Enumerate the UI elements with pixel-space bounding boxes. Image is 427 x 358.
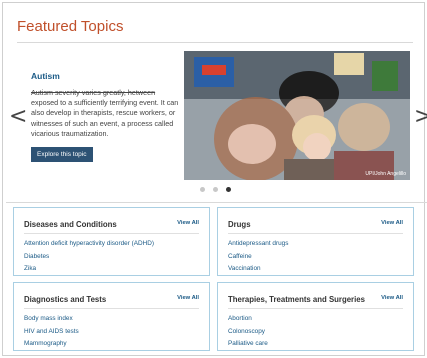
view-all-link[interactable]: View All bbox=[381, 220, 403, 226]
photo-credit: UPI/John Angelillo bbox=[365, 171, 406, 177]
topic-link[interactable]: Mammography bbox=[24, 338, 79, 351]
card-divider bbox=[228, 308, 403, 309]
carousel-dot[interactable] bbox=[200, 187, 205, 192]
topic-link[interactable]: Zika bbox=[24, 263, 154, 276]
card-link-list: Antidepressant drugs Caffeine Vaccinatio… bbox=[228, 238, 288, 276]
slide-description-text: exposed to a sufficiently terrifying eve… bbox=[31, 98, 179, 138]
view-all-link[interactable]: View All bbox=[177, 295, 199, 301]
slide-photo: UPI/John Angelillo bbox=[184, 51, 410, 180]
slide-photo-image bbox=[184, 51, 410, 180]
topic-link[interactable]: Vaccination bbox=[228, 263, 288, 276]
card-link-list: Abortion Colonoscopy Palliative care bbox=[228, 313, 268, 351]
topic-link[interactable]: Antidepressant drugs bbox=[228, 238, 288, 251]
explore-topic-button[interactable]: Explore this topic bbox=[31, 147, 93, 163]
carousel-next-arrow[interactable]: > bbox=[414, 106, 427, 128]
carousel-dots bbox=[200, 187, 231, 192]
section-divider bbox=[6, 202, 427, 203]
carousel-prev-arrow[interactable]: < bbox=[9, 106, 27, 128]
topic-link[interactable]: Diabetes bbox=[24, 251, 154, 264]
slide-description: Autism severity varies greatly, hetween … bbox=[31, 88, 181, 139]
card-link-list: Attention deficit hyperactivity disorder… bbox=[24, 238, 154, 276]
carousel-dot[interactable] bbox=[213, 187, 218, 192]
topic-link[interactable]: HIV and AIDS tests bbox=[24, 326, 79, 339]
title-divider bbox=[17, 42, 413, 43]
view-all-link[interactable]: View All bbox=[381, 295, 403, 301]
category-card-drugs: Drugs View All Antidepressant drugs Caff… bbox=[217, 207, 414, 276]
category-card-diagnostics: Diagnostics and Tests View All Body mass… bbox=[13, 282, 210, 351]
card-link-list: Body mass index HIV and AIDS tests Mammo… bbox=[24, 313, 79, 351]
topic-link[interactable]: Body mass index bbox=[24, 313, 79, 326]
category-card-diseases: Diseases and Conditions View All Attenti… bbox=[13, 207, 210, 276]
slide-description-struck: Autism severity varies greatly, hetween bbox=[31, 88, 156, 97]
topic-link[interactable]: Palliative care bbox=[228, 338, 268, 351]
topic-link[interactable]: Abortion bbox=[228, 313, 268, 326]
category-card-therapies: Therapies, Treatments and Surgeries View… bbox=[217, 282, 414, 351]
card-heading: Diseases and Conditions bbox=[24, 220, 117, 229]
slide-heading[interactable]: Autism bbox=[31, 71, 181, 81]
page-title: Featured Topics bbox=[17, 18, 124, 35]
card-divider bbox=[24, 233, 199, 234]
card-divider bbox=[228, 233, 403, 234]
card-heading: Therapies, Treatments and Surgeries bbox=[228, 295, 365, 304]
card-heading: Diagnostics and Tests bbox=[24, 295, 107, 304]
card-divider bbox=[24, 308, 199, 309]
topic-link[interactable]: Attention deficit hyperactivity disorder… bbox=[24, 238, 154, 251]
carousel-dot-active[interactable] bbox=[226, 187, 231, 192]
view-all-link[interactable]: View All bbox=[177, 220, 199, 226]
topic-link[interactable]: Colonoscopy bbox=[228, 326, 268, 339]
slide-text: Autism Autism severity varies greatly, h… bbox=[31, 71, 181, 163]
topic-link[interactable]: Caffeine bbox=[228, 251, 288, 264]
card-heading: Drugs bbox=[228, 220, 251, 229]
